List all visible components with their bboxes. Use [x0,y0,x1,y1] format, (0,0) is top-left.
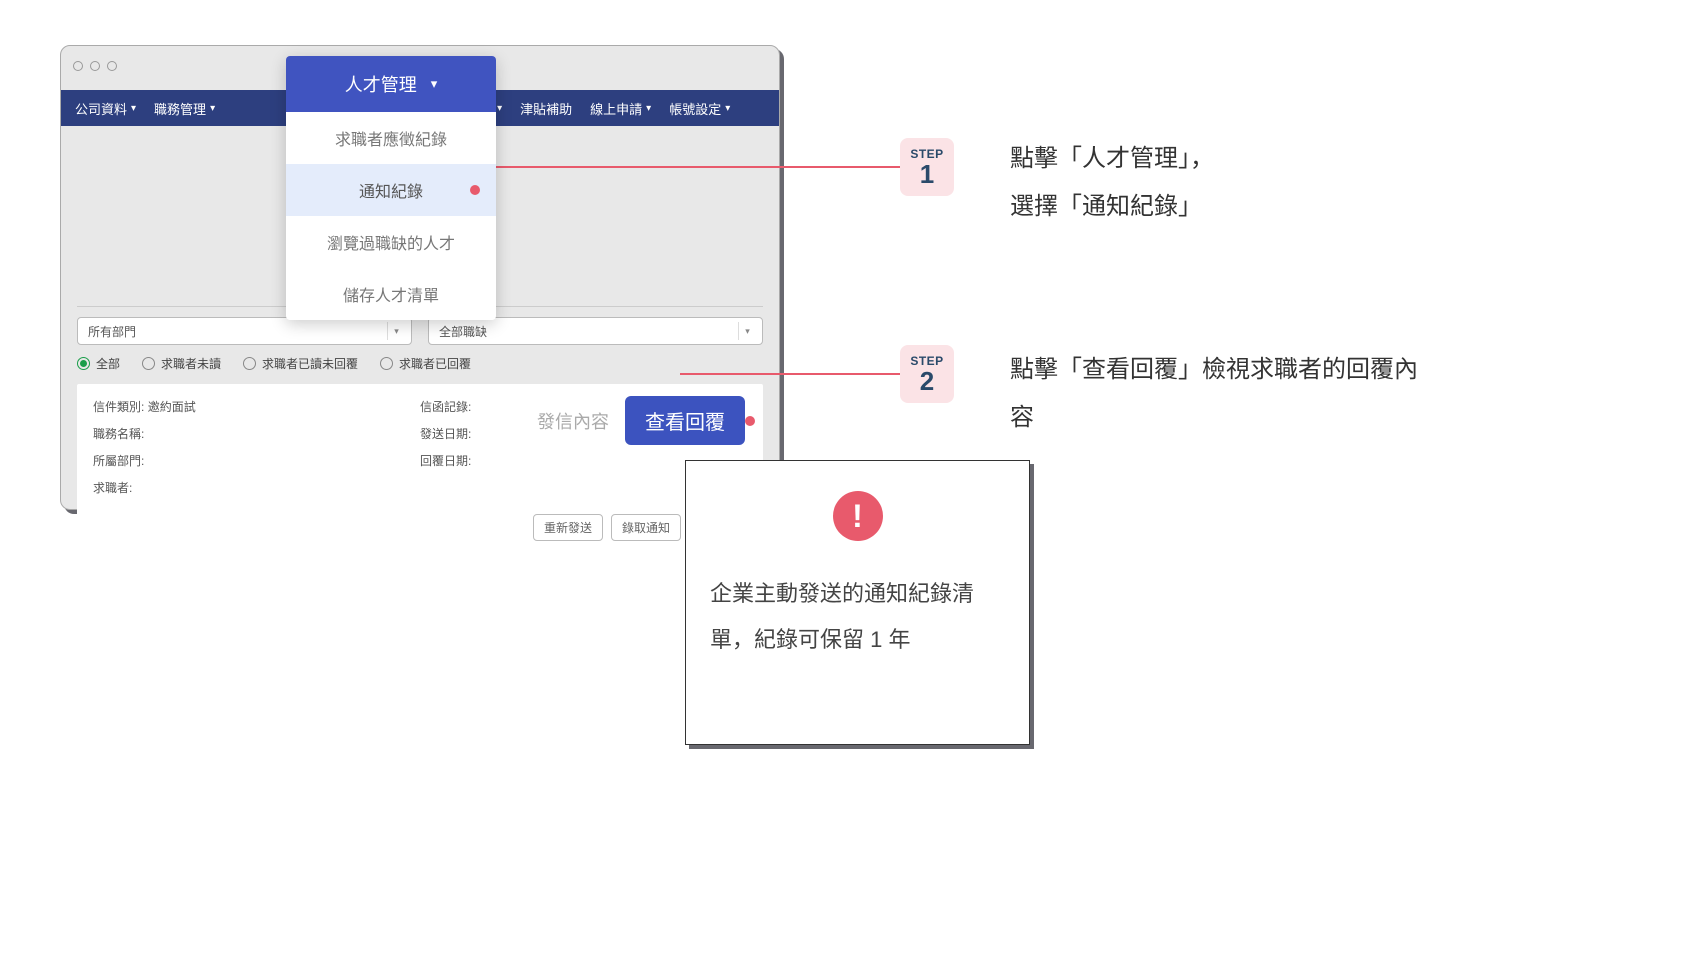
chevron-down-icon: ▾ [131,103,136,114]
window-dot [90,61,100,71]
dropdown-item-saved[interactable]: 儲存人才清單 [286,268,496,320]
content-link[interactable]: 發信內容 [537,408,609,434]
chevron-down-icon: ▾ [738,322,756,340]
job-select[interactable]: 全部職缺 ▾ [428,317,763,345]
window-dot [107,61,117,71]
view-reply-button[interactable]: 查看回覆 [625,396,745,445]
filter-row: 所有部門 ▾ 全部職缺 ▾ [77,317,763,345]
app-window: 公司資料 ▾ 職務管理 ▾ 紙化徵才 ▾ 津貼補助 線上申請 ▾ 帳號設定 ▾ … [60,45,780,510]
resend-button[interactable]: 重新發送 [533,514,603,541]
radio-unread[interactable]: 求職者未讀 [142,355,221,372]
dept-label: 所屬部門: [93,454,144,468]
chevron-down-icon: ▾ [497,103,502,114]
step-number: 1 [920,161,934,187]
letter-type-label: 信件類別: [93,400,144,414]
select-value: 全部職缺 [439,323,487,340]
accept-button[interactable]: 錄取通知 [611,514,681,541]
info-tooltip: ! 企業主動發送的通知紀錄清單，紀錄可保留 1 年 [685,460,1030,745]
radio-label: 求職者未讀 [161,355,221,372]
talent-dropdown: 人才管理 ▾ 求職者應徵紀錄 通知紀錄 瀏覽過職缺的人才 儲存人才清單 [286,56,496,320]
sent-date-label: 發送日期: [420,427,471,441]
radio-read-noreply[interactable]: 求職者已讀未回覆 [243,355,358,372]
radio-icon [142,357,155,370]
window-dot [73,61,83,71]
window-controls [73,61,117,71]
nav-label: 線上申請 [590,99,642,118]
alert-icon: ! [833,491,883,541]
radio-icon [380,357,393,370]
radio-label: 求職者已讀未回覆 [262,355,358,372]
chevron-down-icon: ▾ [431,76,438,92]
chevron-down-icon: ▾ [725,103,730,114]
nav-subsidy[interactable]: 津貼補助 [520,99,572,118]
nav-label: 職務管理 [154,99,206,118]
status-radio-row: 全部 求職者未讀 求職者已讀未回覆 求職者已回覆 [77,355,763,372]
job-name-label: 職務名稱: [93,427,144,441]
reply-date-label: 回覆日期: [420,454,471,468]
radio-all[interactable]: 全部 [77,355,120,372]
dropdown-item-apply-log[interactable]: 求職者應徵紀錄 [286,112,496,164]
record-card: 信件類別: 邀約面試 信函記錄: 職務名稱: 發送日期: 所屬部門: 回覆日期: [77,384,763,553]
step-badge-2: STEP 2 [900,345,954,403]
nav-label: 津貼補助 [520,99,572,118]
log-label: 信函記錄: [420,400,471,414]
info-text: 企業主動發送的通知紀錄清單，紀錄可保留 1 年 [710,571,1005,663]
nav-jobs[interactable]: 職務管理 ▾ [154,99,215,118]
chevron-down-icon: ▾ [387,322,405,340]
nav-label: 帳號設定 [669,99,721,118]
dropdown-header-label: 人才管理 [345,71,417,97]
action-row: 重新發送 錄取通知 回絕通 [93,514,747,541]
record-right-actions: 發信內容 查看回覆 [537,396,745,445]
nav-account[interactable]: 帳號設定 ▾ [669,99,730,118]
step-number: 2 [920,368,934,394]
step2-description: 點擊「查看回覆」檢視求職者的回覆內容 [1010,346,1430,442]
chevron-down-icon: ▾ [210,103,215,114]
dept-select[interactable]: 所有部門 ▾ [77,317,412,345]
nav-company[interactable]: 公司資料 ▾ [75,99,136,118]
nav-label: 公司資料 [75,99,127,118]
chevron-down-icon: ▾ [646,103,651,114]
connector-line [680,373,900,375]
radio-label: 求職者已回覆 [399,355,471,372]
radio-replied[interactable]: 求職者已回覆 [380,355,471,372]
nav-apply[interactable]: 線上申請 ▾ [590,99,651,118]
step1-description: 點擊「人才管理」， 選擇「通知紀錄」 [1010,135,1430,231]
radio-label: 全部 [96,355,120,372]
applicant-label: 求職者: [93,481,132,495]
radio-icon [243,357,256,370]
dropdown-header[interactable]: 人才管理 ▾ [286,56,496,112]
dropdown-item-notify-log[interactable]: 通知紀錄 [286,164,496,216]
letter-type-value: 邀約面試 [148,400,196,414]
select-value: 所有部門 [88,323,136,340]
radio-icon [77,357,90,370]
dropdown-item-viewed[interactable]: 瀏覽過職缺的人才 [286,216,496,268]
step-badge-1: STEP 1 [900,138,954,196]
